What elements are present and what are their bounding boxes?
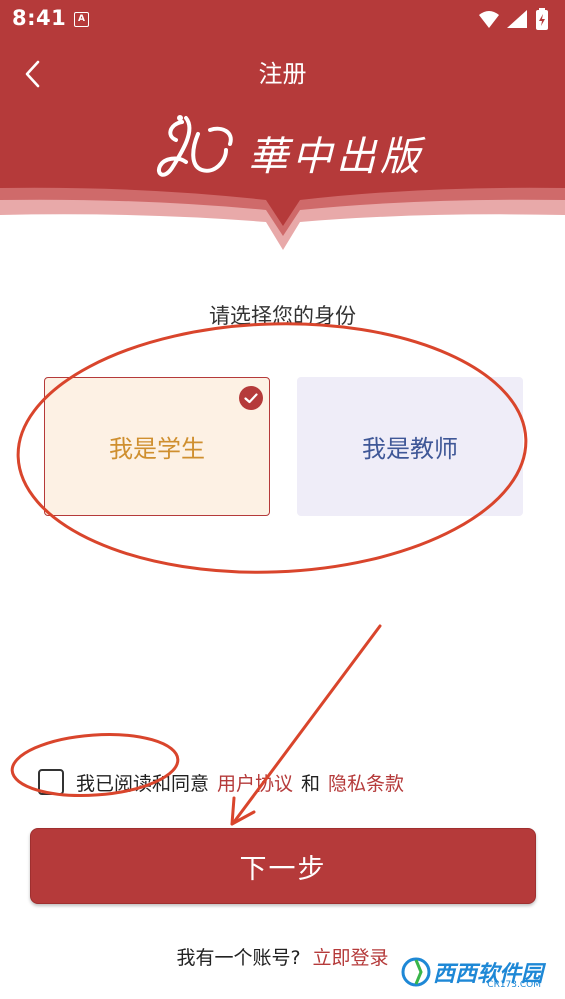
notification-icon: A (74, 12, 89, 27)
page-title: 注册 (258, 60, 307, 88)
status-bar: 8:41 A (0, 0, 565, 40)
header-banner: 8:41 A 注册 華中出版 (0, 0, 565, 260)
watermark-icon (401, 957, 431, 987)
role-prompt: 请选择您的身份 (209, 304, 356, 328)
next-button[interactable]: 下一步 (30, 828, 536, 904)
login-prompt: 我有一个账号? (176, 947, 301, 969)
brand-logo: 華中出版 (152, 112, 420, 192)
selected-check-icon (239, 386, 263, 410)
status-time: 8:41 (12, 6, 67, 30)
agreement-checkbox[interactable] (38, 769, 64, 795)
role-option-label: 我是学生 (109, 435, 205, 463)
logo-mark-icon (157, 115, 233, 177)
battery-icon (536, 8, 548, 30)
agreement-row: 我已阅读和同意 用户协议 和 隐私条款 (38, 766, 404, 798)
user-agreement-link[interactable]: 用户协议 (217, 769, 293, 796)
status-icons (479, 8, 548, 30)
watermark-logo: 西西软件园 CR173.COM (399, 952, 543, 992)
signal-icon (507, 10, 527, 28)
wifi-icon (479, 11, 499, 28)
logo-text: 華中出版 (248, 134, 424, 180)
agreement-text: 我已阅读和同意 (76, 772, 210, 795)
login-link[interactable]: 立即登录 (313, 947, 389, 969)
agreement-and: 和 (301, 772, 321, 795)
watermark-subtext: CR173.COM (487, 980, 541, 990)
role-option-teacher[interactable]: 我是教师 (297, 377, 523, 516)
role-option-label: 我是教师 (362, 435, 458, 463)
role-option-student[interactable]: 我是学生 (44, 377, 270, 516)
privacy-policy-link[interactable]: 隐私条款 (328, 769, 404, 796)
